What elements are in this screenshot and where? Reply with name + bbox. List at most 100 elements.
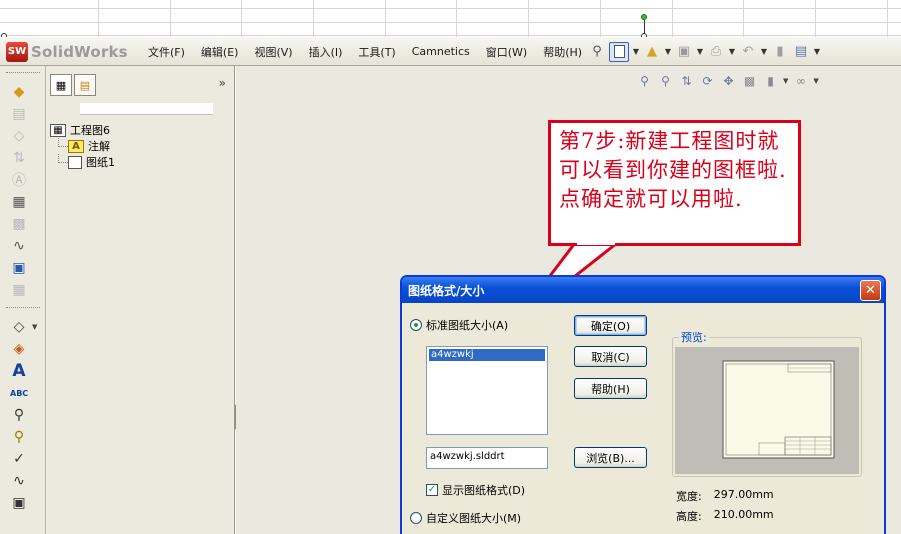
toolbar-grip-2[interactable] [6, 307, 40, 312]
standard-views-icon[interactable]: ▦ [4, 191, 42, 213]
width-label: 宽度: [676, 490, 702, 503]
list-item[interactable]: a4wzwkj [429, 349, 545, 361]
menu-help[interactable]: 帮助(H) [535, 44, 590, 60]
broken-out-section-icon[interactable]: ▩ [4, 213, 42, 235]
background-spreadsheet-grid [0, 0, 901, 37]
rebuild-icon[interactable]: ▮ [771, 43, 789, 61]
open-dropdown-icon[interactable]: ▼ [664, 47, 672, 56]
help-button[interactable]: 帮助(H) [574, 378, 647, 399]
callout-text: 第7步:新建工程图时就可以看到你建的图框啦.点确定就可以用啦. [559, 129, 787, 211]
auto-balloon-icon[interactable]: ⚲ [4, 426, 42, 448]
options-dropdown-icon[interactable]: ▼ [813, 47, 821, 56]
tab-feature-manager[interactable]: ▦ [50, 74, 72, 96]
pin-icon[interactable]: ⚲ [588, 43, 606, 61]
new-document-button[interactable] [609, 41, 629, 62]
section-view-icon[interactable]: ⇅ [4, 147, 42, 169]
expand-panel-icon[interactable]: » [219, 76, 226, 90]
sheet-preview-drawing [722, 360, 835, 459]
toolbar-grip[interactable] [6, 72, 40, 77]
projected-view-icon[interactable]: ▤ [4, 103, 42, 125]
zoom-in-out-icon[interactable]: ⇅ [678, 73, 695, 90]
zoom-to-area-icon[interactable]: ⚲ [657, 73, 674, 90]
undo-icon[interactable]: ↶ [739, 43, 757, 61]
dialog-titlebar[interactable]: 图纸格式/大小 [402, 277, 884, 303]
display-style-icon[interactable]: ▮ [762, 73, 779, 90]
grid-line [0, 8, 901, 9]
hide-show-dropdown-icon[interactable]: ▼ [813, 77, 818, 85]
height-label: 高度: [676, 510, 702, 523]
hide-show-items-icon[interactable]: ∞ [792, 73, 809, 90]
new-document-dropdown-icon[interactable]: ▼ [632, 47, 640, 56]
zoom-to-fit-icon[interactable]: ⚲ [636, 73, 653, 90]
tab-property-manager[interactable]: ▤ [74, 74, 96, 96]
smart-dimension-dropdown-icon[interactable]: ▼ [32, 323, 37, 331]
tree-item-label: 注解 [88, 140, 110, 153]
detail-view-icon[interactable]: Ⓐ [4, 169, 42, 191]
tree-item-sheet[interactable]: 图纸1 [50, 154, 230, 170]
alternate-position-icon[interactable]: ▦ [4, 279, 42, 301]
show-format-checkbox-label: 显示图纸格式(D) [442, 484, 526, 497]
break-view-icon[interactable]: ∿ [4, 235, 42, 257]
model-view-icon[interactable]: ◆ [4, 81, 42, 103]
standard-size-radio-indicator[interactable] [410, 319, 422, 331]
undo-dropdown-icon[interactable]: ▼ [760, 47, 768, 56]
standard-size-radio[interactable]: 标准图纸大小(A) [410, 317, 508, 333]
open-folder-icon[interactable]: ▲ [643, 43, 661, 61]
grid-line [600, 0, 601, 37]
rotate-view-icon[interactable]: ⟳ [699, 73, 716, 90]
menu-window[interactable]: 窗口(W) [478, 44, 535, 60]
solidworks-logo[interactable]: SW SolidWorks [6, 41, 130, 62]
drawing-toolbar: ◆ ▤ ◇ ⇅ Ⓐ ▦ ▩ ∿ ▣ ▦ ◇ ▼ ◈ A ABC ⚲ ⚲ ✓ ∿ ▣ [0, 66, 46, 534]
print-icon[interactable]: ⎙ [707, 43, 725, 61]
custom-size-radio-indicator[interactable] [410, 512, 422, 524]
menu-file[interactable]: 文件(F) [140, 44, 193, 60]
main-menu: 文件(F) 编辑(E) 视图(V) 插入(I) 工具(T) Camnetics … [140, 37, 590, 66]
menu-edit[interactable]: 编辑(E) [193, 44, 247, 60]
note-icon[interactable]: A [4, 360, 42, 382]
tree-item-annotations[interactable]: A 注解 [50, 138, 230, 154]
menubar: SW SolidWorks 文件(F) 编辑(E) 视图(V) 插入(I) 工具… [0, 37, 901, 66]
grid-line [313, 0, 314, 37]
width-value: 297.00mm [713, 488, 774, 501]
grid-line [528, 0, 529, 37]
weld-symbol-icon[interactable]: ∿ [4, 470, 42, 492]
menu-insert[interactable]: 插入(I) [301, 44, 351, 60]
feature-tree: ▦ 工程图6 A 注解 图纸1 [50, 122, 230, 170]
menu-camnetics[interactable]: Camnetics [404, 45, 478, 58]
smart-dimension-icon[interactable]: ◇ ▼ [4, 316, 42, 338]
drawing-document-icon: ▦ [50, 123, 66, 137]
close-button[interactable]: ✕ [860, 280, 881, 301]
surface-finish-icon[interactable]: ✓ [4, 448, 42, 470]
show-format-checkbox[interactable]: ✓ 显示图纸格式(D) [426, 482, 525, 498]
hole-callout-icon[interactable]: ▣ [4, 492, 42, 514]
sheet-format-file-field[interactable]: a4wzwkj.slddrt [426, 447, 548, 469]
save-dropdown-icon[interactable]: ▼ [696, 47, 704, 56]
pan-icon[interactable]: ✥ [720, 73, 737, 90]
grid-line [98, 0, 99, 37]
preview-image [675, 347, 859, 474]
ok-button[interactable]: 确定(O) [574, 315, 647, 336]
sheet-icon [68, 155, 82, 169]
menu-tools[interactable]: 工具(T) [350, 44, 403, 60]
custom-size-radio[interactable]: 自定义图纸大小(M) [410, 510, 521, 526]
standard-size-list[interactable]: a4wzwkj [426, 346, 548, 435]
show-format-checkbox-indicator[interactable]: ✓ [426, 484, 438, 496]
grid-line [672, 0, 673, 37]
save-icon[interactable]: ▣ [675, 43, 693, 61]
print-dropdown-icon[interactable]: ▼ [728, 47, 736, 56]
view-orientation-icon[interactable]: ▩ [741, 73, 758, 90]
auxiliary-view-icon[interactable]: ◇ [4, 125, 42, 147]
feature-tree-filter[interactable] [80, 103, 213, 115]
cancel-button[interactable]: 取消(C) [574, 346, 647, 367]
crop-view-icon[interactable]: ▣ [4, 257, 42, 279]
dialog-title: 图纸格式/大小 [408, 283, 485, 298]
options-icon[interactable]: ▤ [792, 43, 810, 61]
menu-view[interactable]: 视图(V) [246, 44, 300, 60]
display-style-dropdown-icon[interactable]: ▼ [783, 77, 788, 85]
feature-manager-panel: ▦ ▤ » ▦ 工程图6 A 注解 图纸1 [46, 66, 235, 534]
browse-button[interactable]: 浏览(B)... [574, 447, 647, 468]
tree-item-drawing[interactable]: ▦ 工程图6 [50, 122, 230, 138]
balloon-icon[interactable]: ⚲ [4, 404, 42, 426]
model-items-icon[interactable]: ◈ [4, 338, 42, 360]
spell-checker-icon[interactable]: ABC [4, 382, 42, 404]
